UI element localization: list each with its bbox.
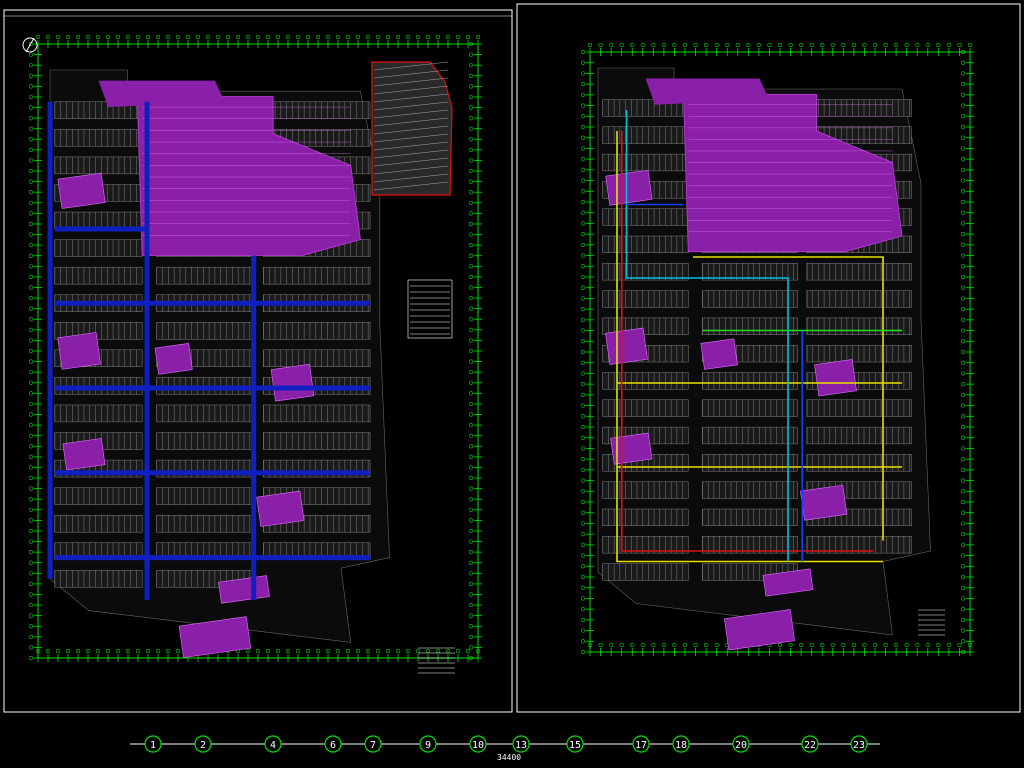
axis-bubble-label: 2 <box>200 740 206 751</box>
axis-bubble-label: 20 <box>735 740 747 751</box>
axis-bubble-15: 15 <box>566 735 584 753</box>
axis-bubble-22: 22 <box>801 735 819 753</box>
axis-bubble-7: 7 <box>364 735 382 753</box>
axis-bubble-label: 6 <box>330 740 336 751</box>
right-floor-plan <box>597 67 931 651</box>
axis-bubble-label: 17 <box>635 740 647 751</box>
left-legend-table <box>407 279 453 339</box>
axis-bubble-label: 18 <box>675 740 687 751</box>
left-inset-plan <box>371 61 453 196</box>
axis-bubble-label: 13 <box>515 740 527 751</box>
axis-bubble-6: 6 <box>324 735 342 753</box>
axis-bubble-20: 20 <box>732 735 750 753</box>
axis-bubble-9: 9 <box>419 735 437 753</box>
axis-bubble-13: 13 <box>512 735 530 753</box>
left-floor-plan <box>47 69 390 658</box>
cad-canvas: 1 2 4 6 7 9 10 13 15 17 18 20 22 23 34400 <box>0 0 1024 768</box>
axis-bubble-18: 18 <box>672 735 690 753</box>
axis-bubble-label: 15 <box>569 740 581 751</box>
axis-bubble-label: 1 <box>150 740 156 751</box>
axis-bubble-label: 4 <box>270 740 276 751</box>
axis-bubble-10: 10 <box>469 735 487 753</box>
axis-bubble-label: 7 <box>370 740 376 751</box>
axis-bubble-label: 23 <box>853 740 865 751</box>
axis-bubble-4: 4 <box>264 735 282 753</box>
axis-bubble-23: 23 <box>850 735 868 753</box>
axis-bubble-17: 17 <box>632 735 650 753</box>
axis-bubble-label: 9 <box>425 740 431 751</box>
bottom-axis-dimension: 34400 <box>497 753 521 762</box>
axis-bubble-1: 1 <box>144 735 162 753</box>
axis-bubble-label: 10 <box>472 740 484 751</box>
axis-bubble-2: 2 <box>194 735 212 753</box>
axis-bubble-label: 22 <box>804 740 816 751</box>
